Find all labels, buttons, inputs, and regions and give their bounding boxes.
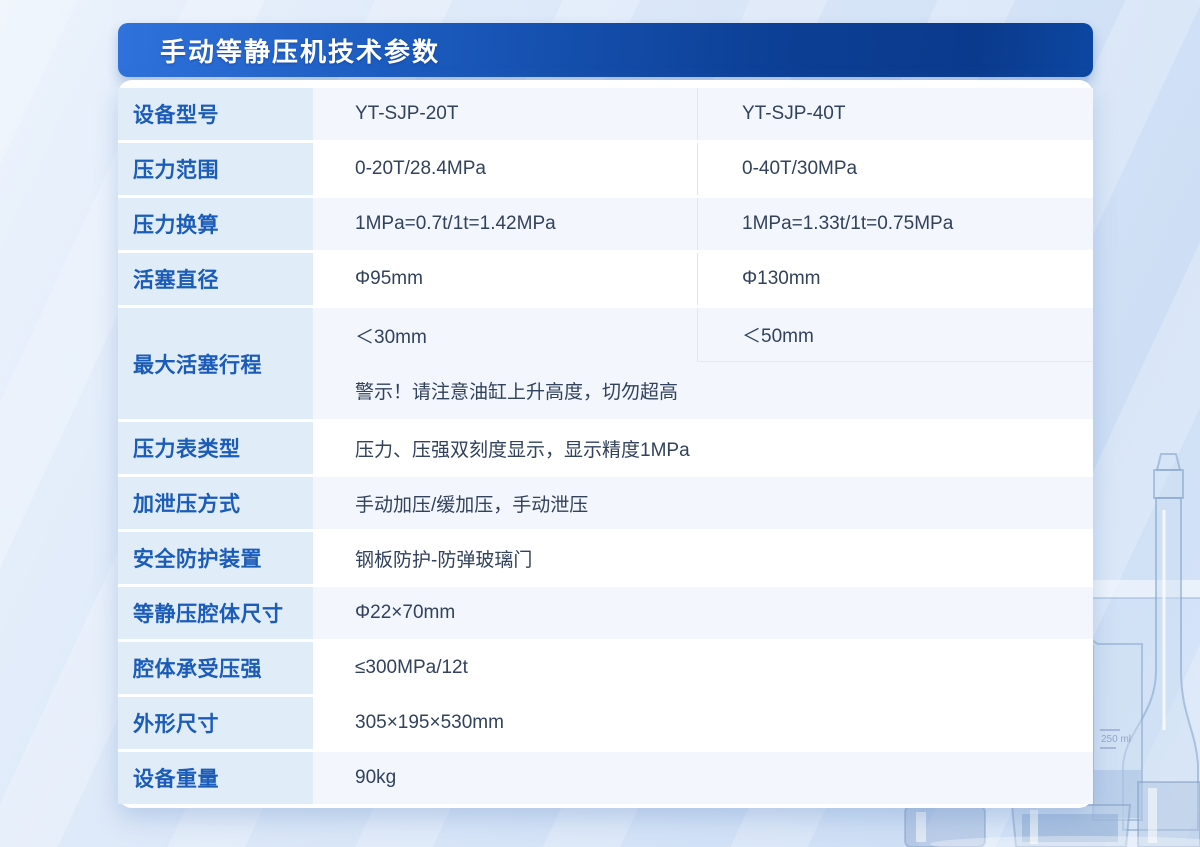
row-label: 压力换算 <box>133 214 219 237</box>
table-row-max-piston-stroke: 最大活塞行程 ＜30mm ＜50mm 警示！请注意油缸上升高度，切勿超高 <box>118 308 1093 419</box>
row-values: 90kg <box>313 752 1093 804</box>
row-label-cell: 腔体承受压强 <box>118 642 313 694</box>
row-label-cell: 最大活塞行程 <box>118 308 313 419</box>
value-full: Φ22×70mm <box>355 602 456 623</box>
row-label: 压力表类型 <box>133 438 241 461</box>
value-full: 钢板防护-防弹玻璃门 <box>355 549 533 571</box>
value-full: 305×195×530mm <box>355 712 504 733</box>
row-label-cell: 等静压腔体尺寸 <box>118 587 313 639</box>
header-bar: 手动等静压机技术参数 <box>118 23 1093 77</box>
value-full: 手动加压/缓加压，手动泄压 <box>355 494 589 516</box>
row-label-cell: 压力换算 <box>118 198 313 250</box>
row-values: 压力、压强双刻度显示，显示精度1MPa <box>313 422 1093 474</box>
value-col1: 1MPa=0.7t/1t=1.42MPa <box>355 213 556 234</box>
table-row-gauge-type: 压力表类型 压力、压强双刻度显示，显示精度1MPa <box>118 422 1093 474</box>
row-values: 手动加压/缓加压，手动泄压 <box>313 477 1093 529</box>
row-label: 活塞直径 <box>133 269 219 292</box>
value-col2: ＜50mm <box>697 308 1093 362</box>
spec-table: 设备型号 YT-SJP-20T YT-SJP-40T 压力范围 0-20T/28… <box>118 80 1093 808</box>
row-values: Φ95mm Φ130mm <box>313 253 1093 305</box>
row-label-cell: 设备型号 <box>118 88 313 140</box>
page-title: 手动等静压机技术参数 <box>160 36 441 67</box>
table-row-chamber-pressure: 腔体承受压强 ≤300MPa/12t <box>118 642 1093 694</box>
table-row-safety-guard: 安全防护装置 钢板防护-防弹玻璃门 <box>118 532 1093 584</box>
row-label-cell: 压力表类型 <box>118 422 313 474</box>
row-values: 1MPa=0.7t/1t=1.42MPa 1MPa=1.33t/1t=0.75M… <box>313 198 1093 250</box>
value-full: ≤300MPa/12t <box>355 657 468 678</box>
stroke-values-line: ＜30mm ＜50mm <box>313 308 1093 362</box>
row-label-cell: 加泄压方式 <box>118 477 313 529</box>
table-row-piston-diameter: 活塞直径 Φ95mm Φ130mm <box>118 253 1093 305</box>
row-values: 钢板防护-防弹玻璃门 <box>313 532 1093 584</box>
row-values: 0-20T/28.4MPa 0-40T/30MPa <box>313 143 1093 195</box>
beaker-icon <box>1087 637 1143 821</box>
row-label-cell: 压力范围 <box>118 143 313 195</box>
row-values: Φ22×70mm <box>313 587 1093 639</box>
table-row-weight: 设备重量 90kg <box>118 752 1093 804</box>
row-values: ≤300MPa/12t <box>313 642 1093 694</box>
value-col2: Φ130mm <box>697 253 1093 305</box>
value-col1: Φ95mm <box>355 268 423 289</box>
row-label: 设备型号 <box>133 104 219 127</box>
beaker-marking-label: 250 ml <box>1101 734 1131 745</box>
row-values: ＜30mm ＜50mm 警示！请注意油缸上升高度，切勿超高 <box>313 308 1093 419</box>
table-row-pressurize-method: 加泄压方式 手动加压/缓加压，手动泄压 <box>118 477 1093 529</box>
row-label: 外形尺寸 <box>133 713 219 736</box>
row-label: 压力范围 <box>133 159 219 182</box>
value-col1: 0-20T/28.4MPa <box>355 158 486 179</box>
table-row-model: 设备型号 YT-SJP-20T YT-SJP-40T <box>118 88 1093 140</box>
row-values: YT-SJP-20T YT-SJP-40T <box>313 88 1093 140</box>
table-row-chamber-size: 等静压腔体尺寸 Φ22×70mm <box>118 587 1093 639</box>
row-label-cell: 安全防护装置 <box>118 532 313 584</box>
row-label: 最大活塞行程 <box>133 353 262 377</box>
row-label: 腔体承受压强 <box>133 658 262 681</box>
value-full: 90kg <box>355 767 397 788</box>
value-col2: 0-40T/30MPa <box>697 143 1093 195</box>
row-label-cell: 设备重量 <box>118 752 313 804</box>
table-row-pressure-range: 压力范围 0-20T/28.4MPa 0-40T/30MPa <box>118 143 1093 195</box>
warning-note: 警示！请注意油缸上升高度，切勿超高 <box>355 382 679 403</box>
table-row-outer-dimensions: 外形尺寸 305×195×530mm <box>118 697 1093 749</box>
row-label: 安全防护装置 <box>133 548 262 571</box>
row-label: 加泄压方式 <box>133 493 241 516</box>
row-label: 等静压腔体尺寸 <box>133 603 284 626</box>
row-label-cell: 外形尺寸 <box>118 697 313 749</box>
value-full: 压力、压强双刻度显示，显示精度1MPa <box>355 439 690 461</box>
value-col2: 1MPa=1.33t/1t=0.75MPa <box>697 198 1093 250</box>
value-col1: YT-SJP-20T <box>355 103 459 124</box>
row-label: 设备重量 <box>133 768 219 791</box>
table-row-pressure-conversion: 压力换算 1MPa=0.7t/1t=1.42MPa 1MPa=1.33t/1t=… <box>118 198 1093 250</box>
value-col2: YT-SJP-40T <box>697 88 1093 140</box>
value-col1: ＜30mm <box>355 326 427 348</box>
row-values: 305×195×530mm <box>313 697 1093 749</box>
row-label-cell: 活塞直径 <box>118 253 313 305</box>
